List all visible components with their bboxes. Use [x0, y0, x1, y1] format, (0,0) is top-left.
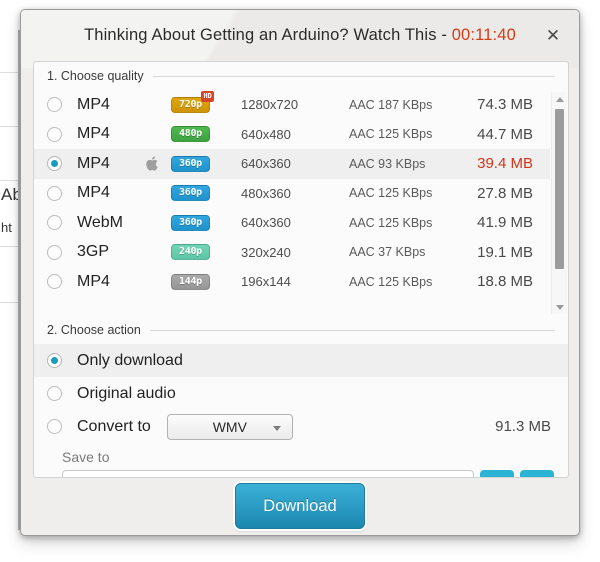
- background-left-column: Ab ht: [0, 30, 22, 530]
- download-dialog: Thinking About Getting an Arduino? Watch…: [20, 9, 580, 536]
- radio-quality-2[interactable]: [47, 156, 62, 172]
- quality-audio: AAC 125 KBps: [349, 186, 433, 201]
- dialog-title-main: Thinking About Getting an Arduino? Watch…: [84, 25, 452, 44]
- quality-audio: AAC 125 KBps: [349, 127, 433, 142]
- quality-size: 18.8 MB: [477, 273, 533, 291]
- quality-row[interactable]: WebM 360p 640x360 AAC 125 KBps 41.9 MB: [34, 208, 550, 238]
- quality-row[interactable]: MP4 144p 196x144 AAC 125 KBps 18.8 MB: [34, 267, 550, 297]
- quality-resolution: 640x480: [241, 126, 291, 142]
- dialog-footer: Download: [21, 477, 579, 535]
- hd-tag: HD: [201, 90, 214, 102]
- action-option-only-download[interactable]: Only download: [34, 344, 568, 377]
- action-label-convert-to: Convert to: [77, 417, 151, 435]
- quality-size: 39.4 MB: [477, 155, 533, 173]
- action-section-divider: [149, 329, 555, 331]
- quality-badge-cell: 480p: [171, 126, 233, 143]
- action-option-convert-to[interactable]: Convert to WMV 91.3 MB: [34, 410, 568, 443]
- convert-format-select[interactable]: WMV: [166, 413, 293, 440]
- quality-badge: 360p: [171, 214, 210, 231]
- quality-resolution: 640x360: [241, 156, 291, 172]
- radio-original-audio[interactable]: [47, 386, 62, 401]
- quality-scrollbar[interactable]: [551, 92, 567, 314]
- quality-audio: AAC 93 KBps: [349, 156, 426, 171]
- quality-badge: 360p: [171, 155, 210, 172]
- quality-resolution: 320x240: [241, 244, 291, 260]
- quality-badge: 720p HD: [171, 90, 214, 113]
- quality-badge: 240p: [171, 244, 210, 261]
- quality-row[interactable]: 3GP 240p 320x240 AAC 37 KBps 19.1 MB: [34, 238, 550, 268]
- quality-size: 19.1 MB: [477, 243, 533, 261]
- radio-only-download[interactable]: [47, 353, 62, 368]
- convert-size-value: 91.3 MB: [495, 418, 551, 435]
- radio-quality-5[interactable]: [47, 244, 62, 260]
- quality-row[interactable]: MP4 360p 640x360 AAC 93 KBps 39.4 MB: [34, 149, 550, 179]
- quality-audio: AAC 187 KBps: [349, 97, 433, 112]
- quality-format: 3GP: [77, 243, 110, 261]
- quality-audio: AAC 125 KBps: [349, 274, 433, 289]
- radio-quality-6[interactable]: [47, 274, 62, 290]
- dialog-titlebar: Thinking About Getting an Arduino? Watch…: [21, 10, 579, 60]
- scroll-down-arrow-icon[interactable]: [552, 300, 567, 314]
- dialog-title-duration: 00:11:40: [451, 25, 516, 44]
- quality-badge-cell: 144p: [171, 273, 233, 290]
- convert-format-value: WMV: [212, 418, 247, 435]
- save-to-block: Save to: [34, 443, 568, 477]
- quality-badge: 480p: [171, 126, 210, 143]
- quality-badge-cell: 240p: [171, 244, 233, 261]
- quality-format: MP4: [77, 95, 110, 113]
- quality-badge-cell: 360p: [171, 155, 233, 172]
- action-label-original-audio: Original audio: [77, 384, 176, 402]
- close-icon[interactable]: ✕: [537, 19, 569, 51]
- quality-size: 44.7 MB: [477, 125, 533, 143]
- radio-convert-to[interactable]: [47, 419, 62, 434]
- radio-quality-0[interactable]: [47, 97, 62, 113]
- radio-quality-1[interactable]: [47, 126, 62, 142]
- quality-row[interactable]: MP4 480p 640x480 AAC 125 KBps 44.7 MB: [34, 120, 550, 150]
- download-button[interactable]: Download: [235, 483, 365, 529]
- quality-size: 41.9 MB: [477, 214, 533, 232]
- quality-section-header: 1. Choose quality: [34, 62, 568, 90]
- quality-audio: AAC 37 KBps: [349, 245, 426, 260]
- action-section-header: 2. Choose action: [34, 316, 568, 344]
- quality-area: MP4 720p HD 1280x720 AAC 187 KBps 74.3 MB MP4 4…: [34, 90, 568, 316]
- background-text-fragment-2: ht: [1, 220, 12, 235]
- quality-resolution: 480x360: [241, 185, 291, 201]
- action-area: Only download Original audio Convert to …: [34, 344, 568, 477]
- quality-format: MP4: [77, 125, 110, 143]
- action-label-only-download: Only download: [77, 351, 183, 369]
- apple-icon: [145, 155, 171, 172]
- quality-audio: AAC 125 KBps: [349, 215, 433, 230]
- scroll-up-arrow-icon[interactable]: [552, 92, 567, 106]
- quality-size: 74.3 MB: [477, 96, 533, 114]
- quality-size: 27.8 MB: [477, 184, 533, 202]
- quality-badge: 144p: [171, 273, 210, 290]
- save-to-label: Save to: [62, 449, 110, 465]
- scrollbar-thumb[interactable]: [555, 109, 564, 269]
- action-option-original-audio[interactable]: Original audio: [34, 377, 568, 410]
- quality-badge-cell: 360p: [171, 214, 233, 231]
- quality-row[interactable]: MP4 720p HD 1280x720 AAC 187 KBps 74.3 MB: [34, 90, 550, 120]
- quality-badge-cell: 360p: [171, 185, 233, 202]
- quality-badge-cell: 720p HD: [171, 90, 233, 113]
- dialog-content-card: 1. Choose quality MP4 720p HD 1280x720 AAC 1…: [33, 61, 569, 478]
- quality-format: MP4: [77, 272, 110, 290]
- quality-section-divider: [152, 75, 555, 77]
- quality-resolution: 640x360: [241, 215, 291, 231]
- quality-section-label: 1. Choose quality: [47, 69, 144, 83]
- quality-resolution: 196x144: [241, 274, 291, 290]
- quality-format: MP4: [77, 154, 110, 172]
- radio-quality-3[interactable]: [47, 185, 62, 201]
- dialog-title: Thinking About Getting an Arduino? Watch…: [84, 26, 516, 45]
- quality-row[interactable]: MP4 360p 480x360 AAC 125 KBps 27.8 MB: [34, 179, 550, 209]
- quality-list: MP4 720p HD 1280x720 AAC 187 KBps 74.3 MB MP4 4…: [34, 90, 550, 316]
- quality-badge: 360p: [171, 185, 210, 202]
- radio-quality-4[interactable]: [47, 215, 62, 231]
- quality-resolution: 1280x720: [241, 97, 299, 113]
- chevron-down-icon: [272, 425, 281, 431]
- quality-format: WebM: [77, 213, 123, 231]
- action-section-label: 2. Choose action: [47, 323, 141, 337]
- quality-format: MP4: [77, 184, 110, 202]
